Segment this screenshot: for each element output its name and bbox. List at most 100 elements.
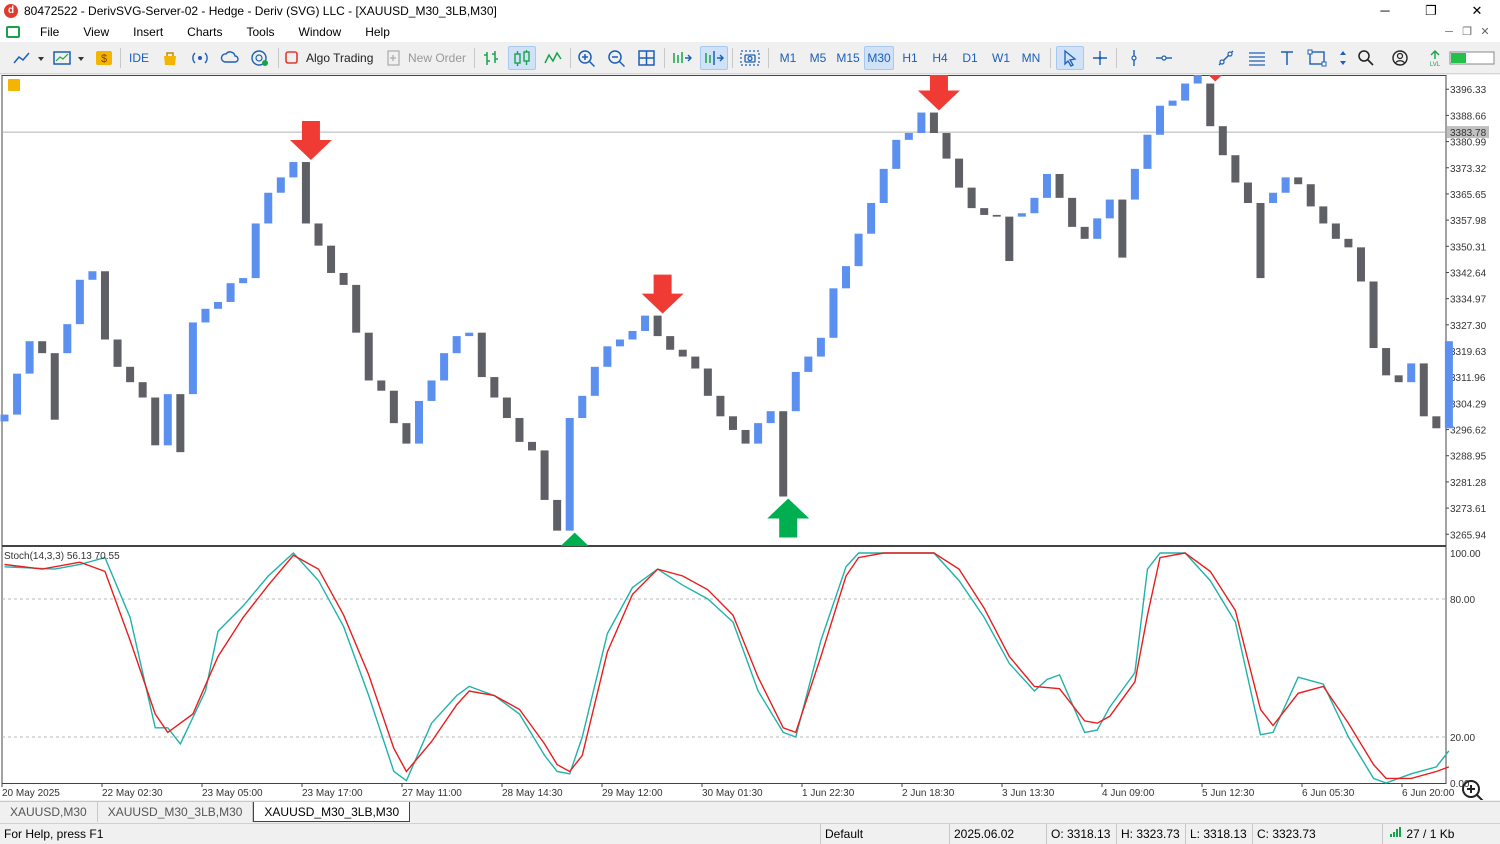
lvl-signal-icon: LVL [1424,46,1446,70]
timeframe-mn[interactable]: MN [1016,46,1046,70]
price-axis-label: 3281.28 [1450,478,1487,489]
new-order-button[interactable]: New Order [386,46,470,70]
chart-window[interactable]: 3383.78 3396.33 3388.66 3380.99 3373.32 3365.… [0,75,1500,800]
bullish-brick [226,283,235,302]
price-axis-label: 3373.32 [1450,164,1487,175]
time-axis-label: 6 Jun 20:00 [1402,788,1455,799]
bearish-brick [1432,416,1441,429]
svg-text:$: $ [101,53,107,65]
signals-icon[interactable] [188,46,212,70]
menu-insert[interactable]: Insert [121,22,175,42]
bullish-brick [590,366,599,396]
bearish-brick [678,349,687,357]
chart-close-button[interactable]: ✕ [1476,22,1494,42]
menu-file[interactable]: File [28,22,71,42]
vps-cloud-icon[interactable] [218,46,242,70]
channels-icon[interactable] [1244,46,1270,70]
timeframe-h1[interactable]: H1 [895,46,925,70]
economic-calendar-icon[interactable] [248,46,272,70]
bearish-brick [967,187,976,209]
bullish-brick [754,423,763,444]
bullish-brick [1168,100,1177,106]
bullish-brick [854,233,863,267]
trendline-icon[interactable] [1214,46,1238,70]
timeframe-m1[interactable]: M1 [773,46,803,70]
stochastic-indicator-chart[interactable]: 100.0080.0020.000.00Stoch(14,3,3) 56.13 … [0,546,1500,800]
ide-button[interactable]: IDE [125,46,153,70]
market-icon[interactable] [158,46,182,70]
menu-view[interactable]: View [71,22,121,42]
status-profile[interactable]: Default [820,824,948,844]
bearish-brick [1319,206,1328,224]
bearish-brick [942,133,951,159]
bullish-brick [804,356,813,372]
bearish-brick [1231,155,1240,183]
account-icon[interactable] [1388,46,1412,70]
tab-xauusd-m30-3lb-2[interactable]: XAUUSD_M30_3LB,M30 [253,802,411,822]
price-axis-label: 3365.65 [1450,190,1487,201]
horizontal-line-icon[interactable] [1152,46,1176,70]
bearish-brick [100,271,109,340]
bearish-brick [38,341,47,354]
close-button[interactable]: ✕ [1454,0,1500,22]
bullish-brick [13,373,22,415]
menu-help[interactable]: Help [353,22,402,42]
bar-chart-icon[interactable] [478,46,504,70]
bullish-brick [816,337,825,357]
algo-trading-button[interactable]: Algo Trading [284,46,382,70]
timeframe-d1[interactable]: D1 [955,46,985,70]
line-chart-icon[interactable] [540,46,566,70]
bearish-brick [1218,126,1227,156]
cursor-icon[interactable] [1056,46,1084,70]
chart-minimize-button[interactable]: ─ [1440,22,1458,42]
text-tool-icon[interactable] [1276,46,1298,70]
vertical-line-icon[interactable] [1122,46,1146,70]
shapes-icon[interactable] [1304,46,1330,70]
bullish-brick [440,353,449,381]
profiles-icon[interactable] [50,46,88,70]
zoom-in-icon[interactable] [574,46,600,70]
bullish-brick [867,202,876,234]
chart-shift-icon[interactable] [668,46,696,70]
crosshair-icon[interactable] [1088,46,1112,70]
maximize-button[interactable]: ❐ [1408,0,1454,22]
new-chart-icon[interactable] [10,46,46,70]
timeframe-m30[interactable]: M30 [864,46,894,70]
title-bar: d 80472522 - DerivSVG-Server-02 - Hedge … [0,0,1500,22]
bearish-brick [1055,173,1064,198]
bullish-brick [766,411,775,424]
window-title: 80472522 - DerivSVG-Server-02 - Hedge - … [24,4,497,18]
bearish-brick [1382,348,1391,376]
bearish-brick [992,214,1001,217]
menu-tools[interactable]: Tools [235,22,287,42]
tile-windows-icon[interactable] [634,46,660,70]
tab-xauusd-m30[interactable]: XAUUSD,M30 [0,802,98,822]
bullish-brick [1193,75,1202,84]
chart-restore-button[interactable]: ❐ [1458,22,1476,42]
zoom-out-icon[interactable] [604,46,630,70]
stoch-axis-label: 100.00 [1450,549,1481,560]
auto-scroll-icon[interactable] [700,46,728,70]
minimize-button[interactable]: ─ [1362,0,1408,22]
bearish-brick [666,336,675,350]
candlestick-chart-icon[interactable] [508,46,536,70]
search-icon[interactable] [1354,46,1378,70]
price-chart[interactable]: 3383.783396.333388.663380.993373.323365.… [0,75,1500,546]
timeframe-m5[interactable]: M5 [803,46,833,70]
bearish-brick [176,394,185,453]
timeframe-w1[interactable]: W1 [986,46,1016,70]
bearish-brick [553,499,562,531]
market-watch-icon[interactable]: $ [92,46,116,70]
menu-charts[interactable]: Charts [175,22,234,42]
bearish-brick [339,272,348,285]
timeframe-h4[interactable]: H4 [925,46,955,70]
time-axis-label: 5 Jun 12:30 [1202,788,1255,799]
menu-window[interactable]: Window [287,22,354,42]
tab-xauusd-m30-3lb-1[interactable]: XAUUSD_M30_3LB,M30 [98,802,254,822]
sort-arrows-icon[interactable] [1334,46,1352,70]
bearish-brick [1394,375,1403,383]
screenshot-icon[interactable] [736,46,764,70]
timeframe-m15[interactable]: M15 [833,46,863,70]
chart-window-icon[interactable] [6,26,20,38]
bullish-brick [628,330,637,340]
